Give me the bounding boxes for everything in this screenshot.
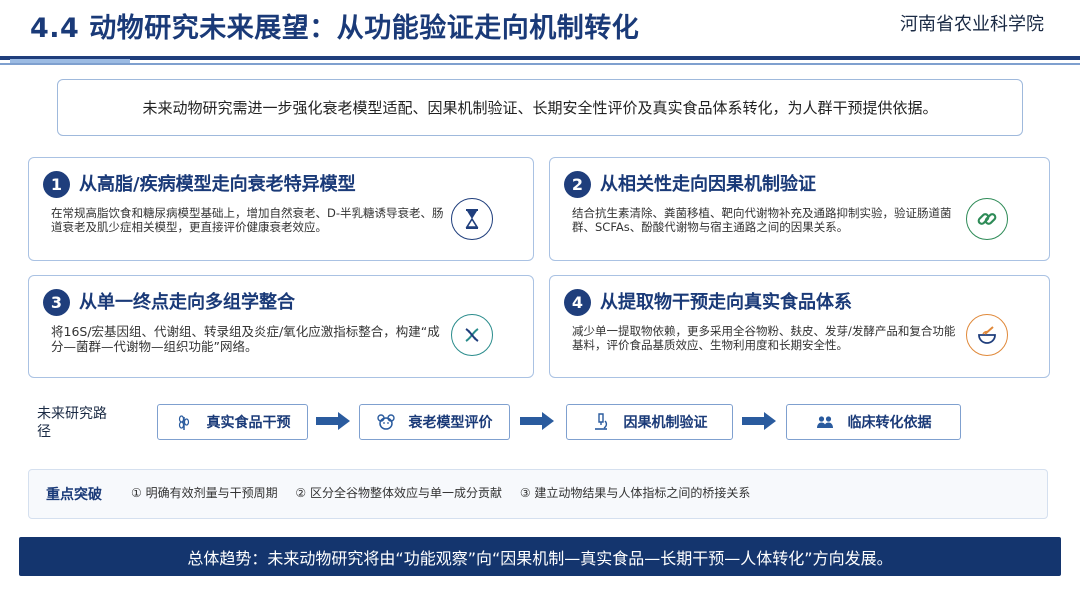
card-title: 从高脂/疾病模型走向衰老特异模型: [79, 174, 356, 195]
microscope-icon: [592, 413, 610, 431]
card-title: 从单一终点走向多组学整合: [79, 292, 295, 313]
card-title: 从相关性走向因果机制验证: [600, 174, 816, 195]
people-icon: [816, 413, 834, 431]
grain-icon: [175, 413, 193, 431]
organization-name: 河南省农业科学院: [900, 14, 1044, 35]
step-label: 因果机制验证: [623, 415, 708, 431]
step-label: 临床转化依据: [847, 415, 932, 431]
arrow-right-icon: [316, 412, 350, 430]
step-real-food-intervention: 真实食品干预: [157, 404, 308, 440]
card-number: 4: [564, 289, 591, 316]
card-real-food-system: 4 从提取物干预走向真实食品体系 减少单一提取物依赖，更多采用全谷物粉、麸皮、发…: [549, 275, 1050, 378]
arrow-right-icon: [742, 412, 776, 430]
key-item: ② 区分全谷物整体效应与单一成分贡献: [295, 486, 502, 500]
overall-trend-banner: 总体趋势：未来动物研究将由“功能观察”向“因果机制—真实食品—长期干预—人体转化…: [19, 537, 1061, 576]
header-divider: [0, 56, 1080, 60]
research-path-label: 未来研究路径: [37, 406, 107, 440]
card-multi-omics: 3 从单一终点走向多组学整合 将16S/宏基因组、代谢组、转录组及炎症/氧化应激…: [28, 275, 534, 378]
card-body: 减少单一提取物依赖，更多采用全谷物粉、麸皮、发芽/发酵产品和复合功能基料，评价食…: [572, 324, 956, 352]
card-number: 3: [43, 289, 70, 316]
card-number: 2: [564, 171, 591, 198]
dna-icon: [451, 314, 493, 356]
link-icon: [966, 198, 1008, 240]
step-label: 衰老模型评价: [408, 415, 493, 431]
card-causal-mechanism: 2 从相关性走向因果机制验证 结合抗生素清除、粪菌移植、靶向代谢物补充及通路抑制…: [549, 157, 1050, 261]
card-aging-model: 1 从高脂/疾病模型走向衰老特异模型 在常规高脂饮食和糖尿病模型基础上，增加自然…: [28, 157, 534, 261]
step-causal-verification: 因果机制验证: [566, 404, 733, 440]
card-body: 在常规高脂饮食和糖尿病模型基础上，增加自然衰老、D-半乳糖诱导衰老、肠道衰老及肌…: [51, 206, 444, 234]
card-number: 1: [43, 171, 70, 198]
key-item: ① 明确有效剂量与干预周期: [131, 486, 278, 500]
page-title: 4.4 动物研究未来展望：从功能验证走向机制转化: [30, 13, 640, 44]
mouse-icon: [376, 413, 395, 431]
step-label: 真实食品干预: [206, 415, 291, 431]
bowl-icon: [966, 314, 1008, 356]
step-clinical-translation: 临床转化依据: [786, 404, 961, 440]
intro-box: 未来动物研究需进一步强化衰老模型适配、因果机制验证、长期安全性评价及真实食品体系…: [57, 79, 1023, 136]
card-body: 将16S/宏基因组、代谢组、转录组及炎症/氧化应激指标整合，构建“成分—菌群—代…: [51, 324, 440, 354]
hourglass-icon: [451, 198, 493, 240]
card-body: 结合抗生素清除、粪菌移植、靶向代谢物补充及通路抑制实验，验证肠道菌群、SCFAs…: [572, 206, 952, 234]
card-title: 从提取物干预走向真实食品体系: [600, 292, 852, 313]
key-breakthrough-box: 重点突破 ① 明确有效剂量与干预周期 ② 区分全谷物整体效应与单一成分贡献 ③ …: [28, 469, 1048, 519]
key-breakthrough-label: 重点突破: [46, 487, 102, 503]
arrow-right-icon: [520, 412, 554, 430]
header-divider-thin: [0, 63, 1080, 65]
key-breakthrough-items: ① 明确有效剂量与干预周期 ② 区分全谷物整体效应与单一成分贡献 ③ 建立动物结…: [131, 484, 764, 501]
step-aging-model-evaluation: 衰老模型评价: [359, 404, 510, 440]
key-item: ③ 建立动物结果与人体指标之间的桥接关系: [519, 486, 751, 500]
